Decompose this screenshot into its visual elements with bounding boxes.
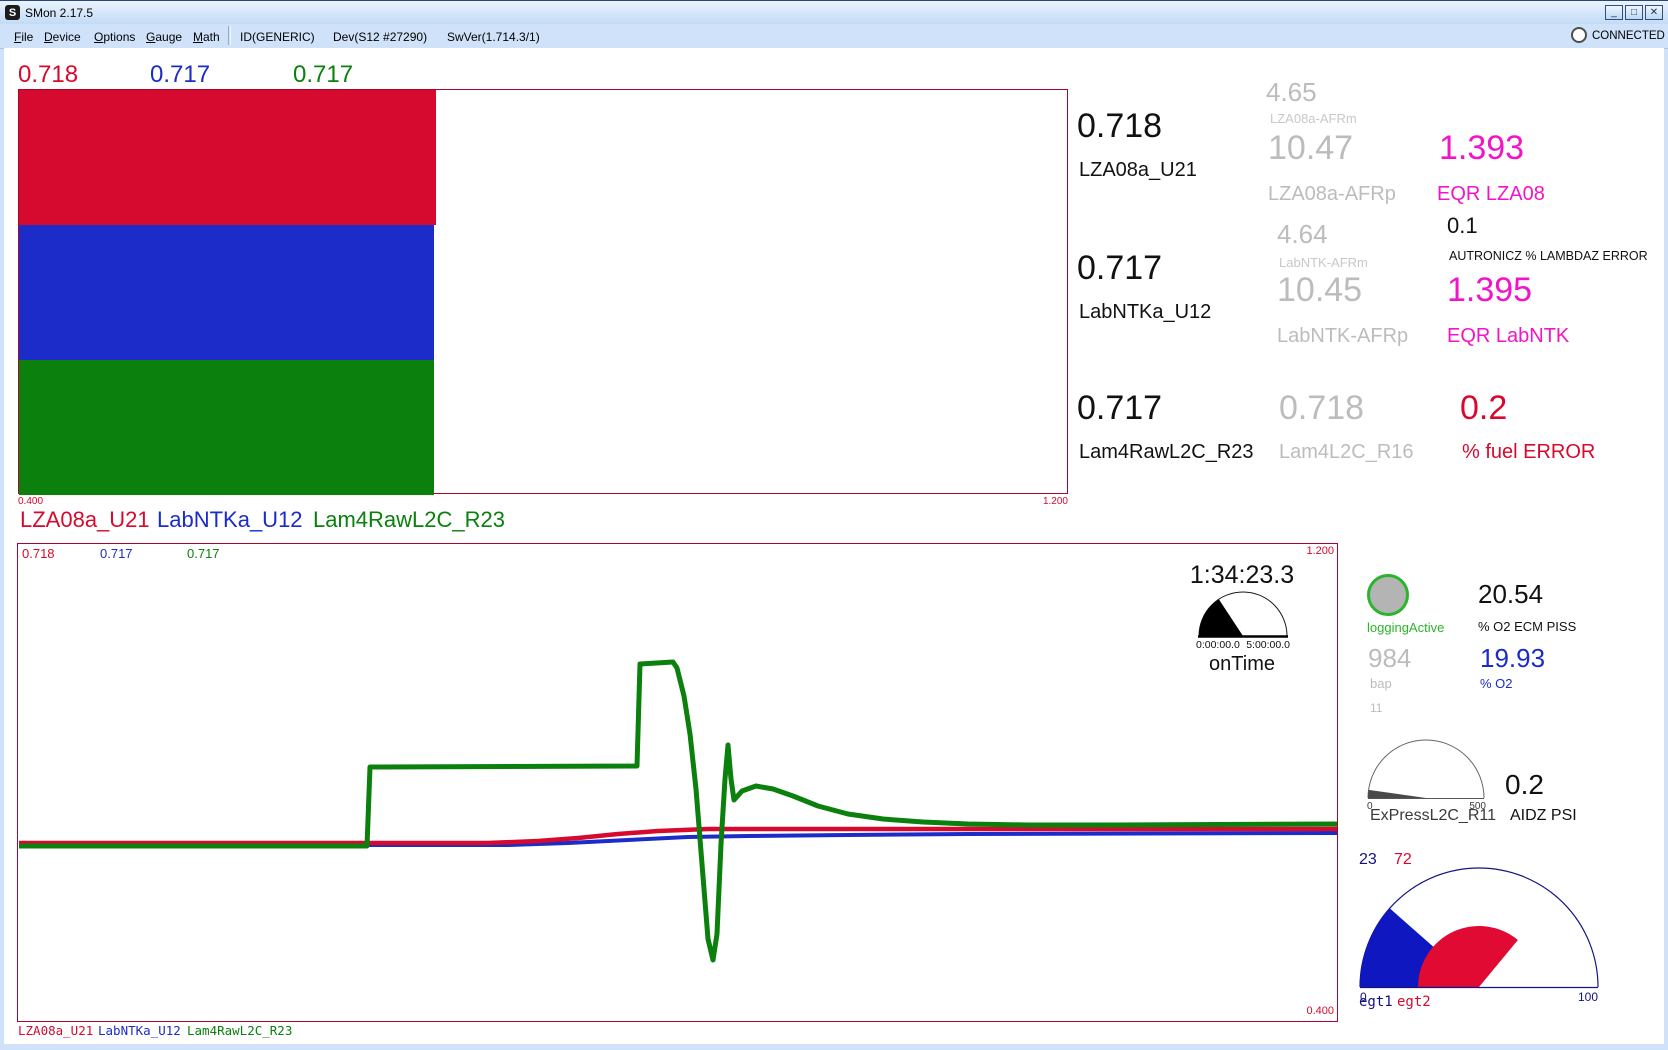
- readout-eqr1-label: EQR LZA08: [1437, 183, 1545, 206]
- bap-extra-value: 11: [1370, 701, 1382, 715]
- menu-bar: File Device Options Gauge Math ID(GENERI…: [0, 24, 1668, 49]
- bap-label: bap: [1370, 676, 1392, 691]
- bar-labntka: [19, 225, 434, 360]
- o2ecm-label: % O2 ECM PISS: [1478, 619, 1576, 634]
- readout-fuel-err-value: 0.2: [1460, 389, 1507, 428]
- egt-max-label: 100: [1578, 990, 1598, 1004]
- legend-lza08a: LZA08a_U21: [20, 507, 150, 533]
- readout-afrm1-label: LZA08a-AFRm: [1270, 111, 1357, 126]
- app-icon: S: [5, 5, 20, 20]
- menu-file-rest: ile: [21, 30, 33, 44]
- readout-fuel-err-label: % fuel ERROR: [1462, 441, 1595, 464]
- ontime-label: onTime: [1209, 653, 1275, 676]
- readout-lambdaz-err-label: AUTRONICZ % LAMBDAZ ERROR: [1449, 249, 1648, 263]
- aidz-label: AIDZ PSI: [1510, 807, 1577, 825]
- connection-indicator-icon: [1571, 27, 1587, 43]
- strip-chart-series: [18, 544, 1338, 1021]
- menu-device[interactable]: Device: [40, 28, 85, 46]
- maximize-button[interactable]: □: [1625, 5, 1643, 20]
- chart-corner-value-blue: 0.717: [100, 546, 133, 561]
- window-title: SMon 2.17.5: [25, 6, 93, 20]
- readout-g1-label: LZA08a_U21: [1079, 159, 1197, 182]
- menu-options[interactable]: Options: [90, 28, 139, 46]
- expres-gauge[interactable]: [1366, 738, 1488, 800]
- ontime-gauge[interactable]: [1196, 590, 1290, 638]
- menu-gauge-key: G: [146, 30, 155, 44]
- readout-afrm2-label: LabNTK-AFRm: [1279, 255, 1368, 270]
- bar-axis-min: 0.400: [18, 496, 43, 507]
- menu-gauge[interactable]: Gauge: [142, 28, 186, 46]
- o2-value: 19.93: [1480, 643, 1545, 674]
- readout-g3-label: Lam4RawL2C_R23: [1079, 441, 1254, 464]
- readout-eqr1-value: 1.393: [1439, 129, 1524, 168]
- readout-afrp1-value: 10.47: [1268, 129, 1353, 168]
- minimize-button[interactable]: _: [1605, 5, 1623, 20]
- menu-options-key: O: [94, 30, 103, 44]
- readout-afrm2-value: 4.64: [1277, 219, 1328, 250]
- readout-afrp1-label: LZA08a-AFRp: [1268, 183, 1396, 206]
- bar-lza08a: [19, 90, 436, 225]
- close-button[interactable]: ✕: [1645, 5, 1663, 20]
- aidz-value: 0.2: [1505, 769, 1544, 801]
- menu-file[interactable]: File: [10, 28, 37, 46]
- ontime-value: 1:34:23.3: [1190, 561, 1294, 590]
- bar-gauge-panel[interactable]: [18, 89, 1068, 494]
- menu-options-rest: ptions: [103, 30, 135, 44]
- legend-labntka: LabNTKa_U12: [157, 507, 303, 533]
- readout-g1-value: 0.718: [1077, 107, 1162, 146]
- legend-lam4raw: Lam4RawL2C_R23: [313, 507, 505, 533]
- o2-label: % O2: [1480, 676, 1513, 691]
- o2ecm-value: 20.54: [1478, 579, 1543, 610]
- chart-corner-value-red: 0.718: [22, 546, 55, 561]
- ontime-max-label: 5:00:00.0: [1246, 639, 1290, 651]
- menu-math[interactable]: Math: [189, 28, 224, 46]
- top-value-labntka: 0.717: [150, 61, 210, 89]
- readout-eqr2-value: 1.395: [1447, 271, 1532, 310]
- menu-gauge-rest: auge: [155, 30, 182, 44]
- logging-active-indicator[interactable]: [1367, 574, 1409, 616]
- menu-device-key: D: [44, 30, 53, 44]
- menu-separator: [228, 26, 231, 45]
- status-swver: SwVer(1.714.3/1): [447, 30, 540, 44]
- menu-device-rest: evice: [53, 30, 81, 44]
- logging-active-label: loggingActive: [1367, 620, 1444, 635]
- smon-window: S SMon 2.17.5 _ □ ✕ File Device Options …: [0, 0, 1668, 1050]
- readout-lam4l2c-value: 0.718: [1279, 389, 1364, 428]
- status-device: Dev(S12 #27290): [333, 30, 427, 44]
- readout-afrp2-label: LabNTK-AFRp: [1277, 325, 1408, 348]
- top-value-lam4raw: 0.717: [293, 61, 353, 89]
- menu-math-rest: ath: [203, 30, 220, 44]
- bar-lam4raw: [19, 360, 434, 495]
- readout-afrm1-value: 4.65: [1266, 77, 1317, 108]
- bap-value: 984: [1368, 643, 1411, 674]
- expres-label: ExPressL2C_R11: [1370, 807, 1496, 825]
- status-device-id: ID(GENERIC): [240, 30, 315, 44]
- bar-axis-max: 1.200: [1043, 496, 1068, 507]
- menu-math-key: M: [193, 30, 203, 44]
- top-value-lza08a: 0.718: [18, 61, 78, 89]
- chart-ymin: 0.400: [1306, 1005, 1334, 1017]
- readout-eqr2-label: EQR LabNTK: [1447, 325, 1569, 348]
- readout-g3-value: 0.717: [1077, 389, 1162, 428]
- chart-ymax: 1.200: [1306, 545, 1334, 557]
- egt2-label: egt2: [1397, 994, 1431, 1010]
- bottom-legend-lam4raw: Lam4RawL2C_R23: [187, 1023, 292, 1038]
- bottom-legend-lza08a: LZA08a_U21: [18, 1023, 93, 1038]
- egt-gauge[interactable]: [1358, 866, 1600, 989]
- title-bar[interactable]: S SMon 2.17.5: [0, 1, 1668, 24]
- readout-g2-value: 0.717: [1077, 249, 1162, 288]
- readout-afrp2-value: 10.45: [1277, 271, 1362, 310]
- readout-lam4l2c-label: Lam4L2C_R16: [1279, 441, 1414, 464]
- egt1-label: egt1: [1359, 994, 1393, 1010]
- bottom-legend-labntka: LabNTKa_U12: [98, 1023, 181, 1038]
- readout-lambdaz-err-value: 0.1: [1447, 213, 1478, 239]
- connection-status: CONNECTED: [1592, 30, 1665, 42]
- chart-corner-value-green: 0.717: [187, 546, 220, 561]
- readout-g2-label: LabNTKa_U12: [1079, 301, 1211, 324]
- ontime-min-label: 0:00:00.0: [1196, 639, 1240, 651]
